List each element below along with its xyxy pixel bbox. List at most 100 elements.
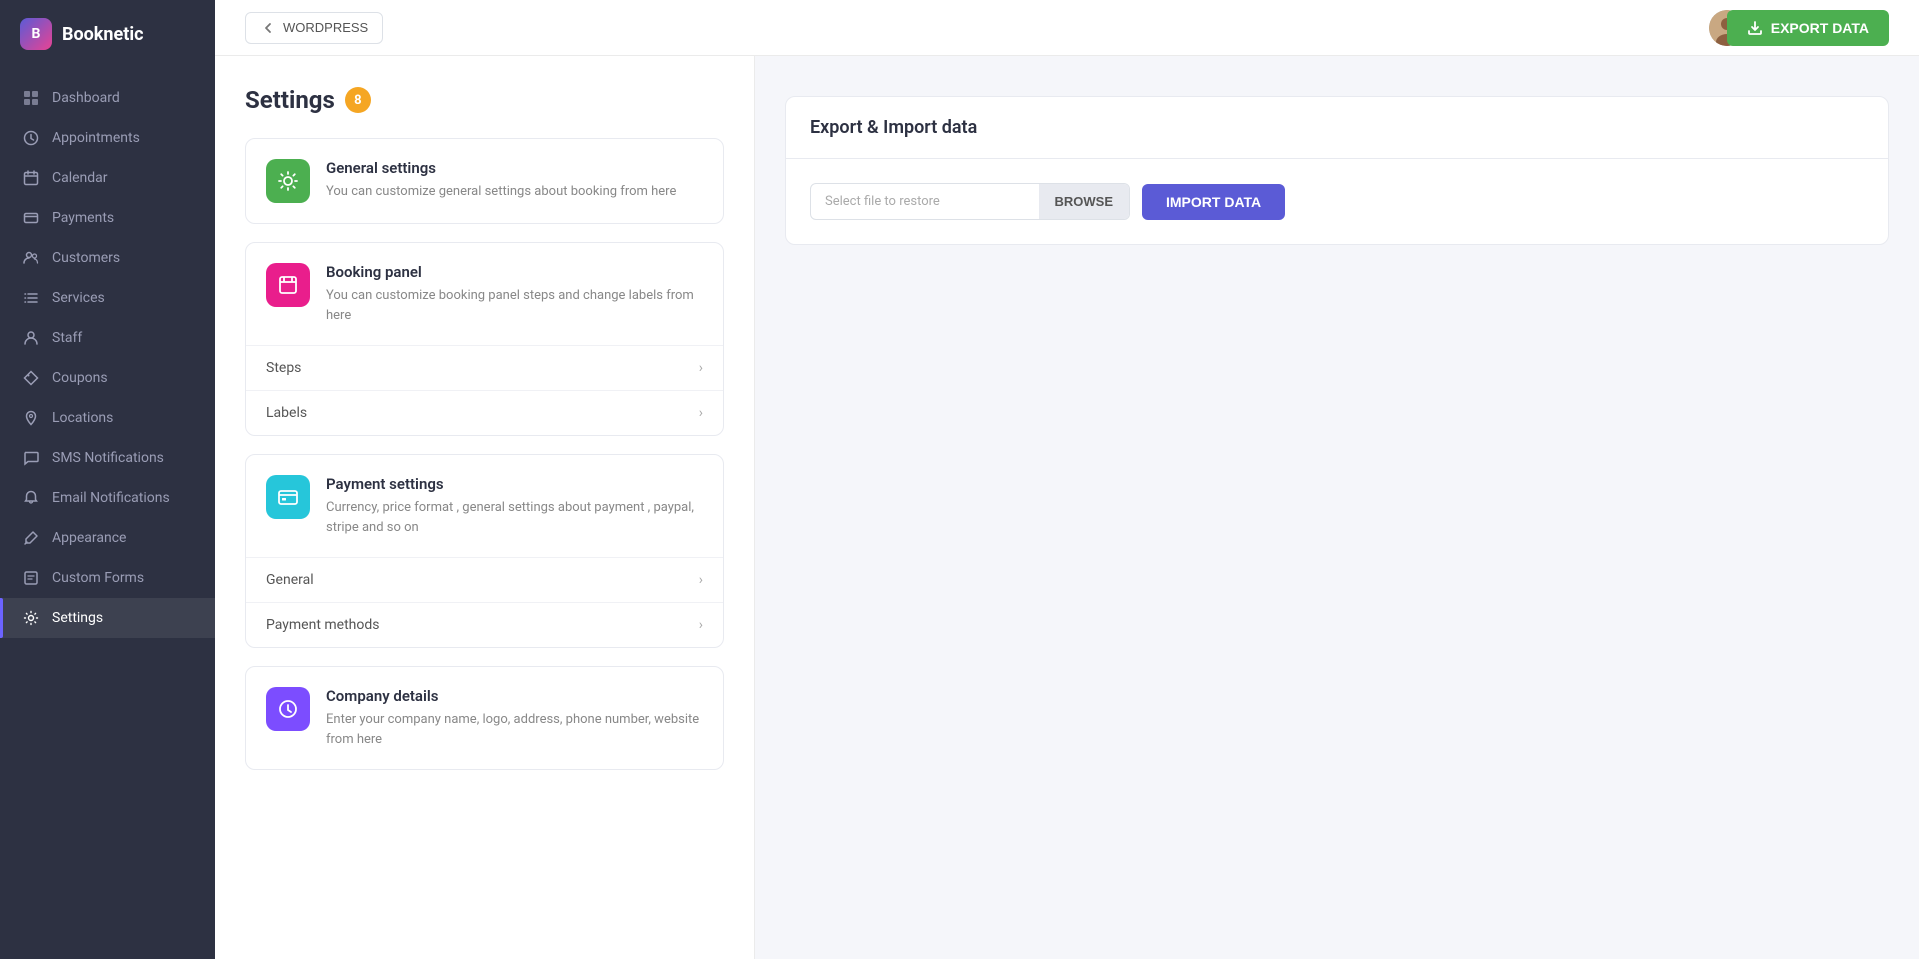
grid-icon xyxy=(22,89,40,107)
sidebar-item-staff[interactable]: Staff xyxy=(0,318,215,358)
calendar-icon xyxy=(22,169,40,187)
sidebar-item-staff-label: Staff xyxy=(52,330,82,346)
wordpress-button-label: WORDPRESS xyxy=(283,20,368,35)
settings-title-text: Settings xyxy=(245,86,335,114)
sidebar: B Booknetic Dashboard A xyxy=(0,0,215,959)
labels-chevron: › xyxy=(699,405,703,421)
brush-icon xyxy=(22,529,40,547)
payment-methods-row[interactable]: Payment methods › xyxy=(246,603,723,647)
booking-panel-desc: You can customize booking panel steps an… xyxy=(326,286,703,325)
sidebar-item-dashboard-label: Dashboard xyxy=(52,90,120,106)
logo-area: B Booknetic xyxy=(0,0,215,68)
sidebar-item-services-label: Services xyxy=(52,290,105,306)
file-placeholder-text: Select file to restore xyxy=(811,184,1039,219)
company-details-desc: Enter your company name, logo, address, … xyxy=(326,710,703,749)
steps-chevron: › xyxy=(699,360,703,376)
payment-settings-icon xyxy=(266,475,310,519)
sidebar-item-email-notifications[interactable]: Email Notifications xyxy=(0,478,215,518)
person-icon xyxy=(22,329,40,347)
import-export-body: Select file to restore BROWSE IMPORT DAT… xyxy=(786,159,1888,244)
steps-label: Steps xyxy=(266,360,301,376)
import-export-card: Export & Import data Select file to rest… xyxy=(785,96,1889,245)
settings-badge: 8 xyxy=(345,87,371,113)
sidebar-item-settings[interactable]: Settings xyxy=(0,598,215,638)
file-restore-row: Select file to restore BROWSE IMPORT DAT… xyxy=(810,183,1864,220)
payment-general-row[interactable]: General › xyxy=(246,558,723,603)
import-export-header: Export & Import data xyxy=(786,97,1888,159)
clock-icon xyxy=(22,129,40,147)
booking-panel-icon xyxy=(266,263,310,307)
company-details-header[interactable]: Company details Enter your company name,… xyxy=(246,667,723,769)
general-settings-desc: You can customize general settings about… xyxy=(326,182,703,202)
sidebar-item-email-label: Email Notifications xyxy=(52,490,170,506)
sidebar-item-customers[interactable]: Customers xyxy=(0,238,215,278)
file-input-wrap: Select file to restore BROWSE xyxy=(810,183,1130,220)
sidebar-item-appearance[interactable]: Appearance xyxy=(0,518,215,558)
sidebar-item-customers-label: Customers xyxy=(52,250,120,266)
company-details-icon xyxy=(266,687,310,731)
sidebar-item-custom-forms[interactable]: Custom Forms xyxy=(0,558,215,598)
payment-settings-card: Payment settings Currency, price format … xyxy=(245,454,724,648)
sidebar-item-payments-label: Payments xyxy=(52,210,114,226)
sidebar-item-locations-label: Locations xyxy=(52,410,113,426)
logo-icon: B xyxy=(20,18,52,50)
browse-button[interactable]: BROWSE xyxy=(1039,184,1130,219)
app-name: Booknetic xyxy=(62,24,143,45)
sidebar-item-appointments[interactable]: Appointments xyxy=(0,118,215,158)
right-panel: EXPORT DATA Export & Import data Select … xyxy=(755,56,1919,959)
payment-settings-title: Payment settings xyxy=(326,475,703,493)
sidebar-item-appointments-label: Appointments xyxy=(52,130,140,146)
sidebar-item-sms-label: SMS Notifications xyxy=(52,450,164,466)
general-settings-content: General settings You can customize gener… xyxy=(326,159,703,202)
sidebar-item-sms-notifications[interactable]: SMS Notifications xyxy=(0,438,215,478)
payment-settings-header[interactable]: Payment settings Currency, price format … xyxy=(246,455,723,558)
sidebar-item-calendar-label: Calendar xyxy=(52,170,108,186)
payment-methods-label: Payment methods xyxy=(266,617,379,633)
payment-general-label: General xyxy=(266,572,314,588)
topbar: WORDPRESS Hello, Mark Velmiskin xyxy=(215,0,1919,56)
general-settings-title: General settings xyxy=(326,159,703,177)
bell-icon xyxy=(22,489,40,507)
payment-settings-desc: Currency, price format , general setting… xyxy=(326,498,703,537)
booking-panel-card: Booking panel You can customize booking … xyxy=(245,242,724,436)
sidebar-item-services[interactable]: Services xyxy=(0,278,215,318)
sidebar-item-calendar[interactable]: Calendar xyxy=(0,158,215,198)
wordpress-button[interactable]: WORDPRESS xyxy=(245,12,383,44)
labels-row[interactable]: Labels › xyxy=(246,391,723,435)
sidebar-nav: Dashboard Appointments Calendar xyxy=(0,68,215,959)
payment-methods-chevron: › xyxy=(699,617,703,633)
sidebar-item-coupons-label: Coupons xyxy=(52,370,108,386)
import-export-title: Export & Import data xyxy=(810,117,1864,138)
import-data-button[interactable]: IMPORT DATA xyxy=(1142,184,1285,220)
company-details-title: Company details xyxy=(326,687,703,705)
list-icon xyxy=(22,289,40,307)
payment-settings-content: Payment settings Currency, price format … xyxy=(326,475,703,537)
general-settings-card: General settings You can customize gener… xyxy=(245,138,724,224)
credit-card-icon xyxy=(22,209,40,227)
sidebar-item-custom-forms-label: Custom Forms xyxy=(52,570,144,586)
booking-panel-content: Booking panel You can customize booking … xyxy=(326,263,703,325)
sidebar-item-settings-label: Settings xyxy=(52,610,103,626)
booking-panel-title: Booking panel xyxy=(326,263,703,281)
general-settings-header[interactable]: General settings You can customize gener… xyxy=(246,139,723,223)
booking-panel-header[interactable]: Booking panel You can customize booking … xyxy=(246,243,723,346)
sidebar-item-coupons[interactable]: Coupons xyxy=(0,358,215,398)
settings-panel: Settings 8 General settings You can cust… xyxy=(215,56,755,959)
sidebar-item-dashboard[interactable]: Dashboard xyxy=(0,78,215,118)
steps-row[interactable]: Steps › xyxy=(246,346,723,391)
company-details-content: Company details Enter your company name,… xyxy=(326,687,703,749)
chat-icon xyxy=(22,449,40,467)
gear-icon xyxy=(22,609,40,627)
main-area: WORDPRESS Hello, Mark Velmiskin Settings… xyxy=(215,0,1919,959)
sidebar-item-appearance-label: Appearance xyxy=(52,530,126,546)
labels-label: Labels xyxy=(266,405,307,421)
location-icon xyxy=(22,409,40,427)
company-details-card: Company details Enter your company name,… xyxy=(245,666,724,770)
payment-general-chevron: › xyxy=(699,572,703,588)
users-icon xyxy=(22,249,40,267)
content-area: Settings 8 General settings You can cust… xyxy=(215,56,1919,959)
tag-icon xyxy=(22,369,40,387)
sidebar-item-locations[interactable]: Locations xyxy=(0,398,215,438)
general-settings-icon xyxy=(266,159,310,203)
sidebar-item-payments[interactable]: Payments xyxy=(0,198,215,238)
